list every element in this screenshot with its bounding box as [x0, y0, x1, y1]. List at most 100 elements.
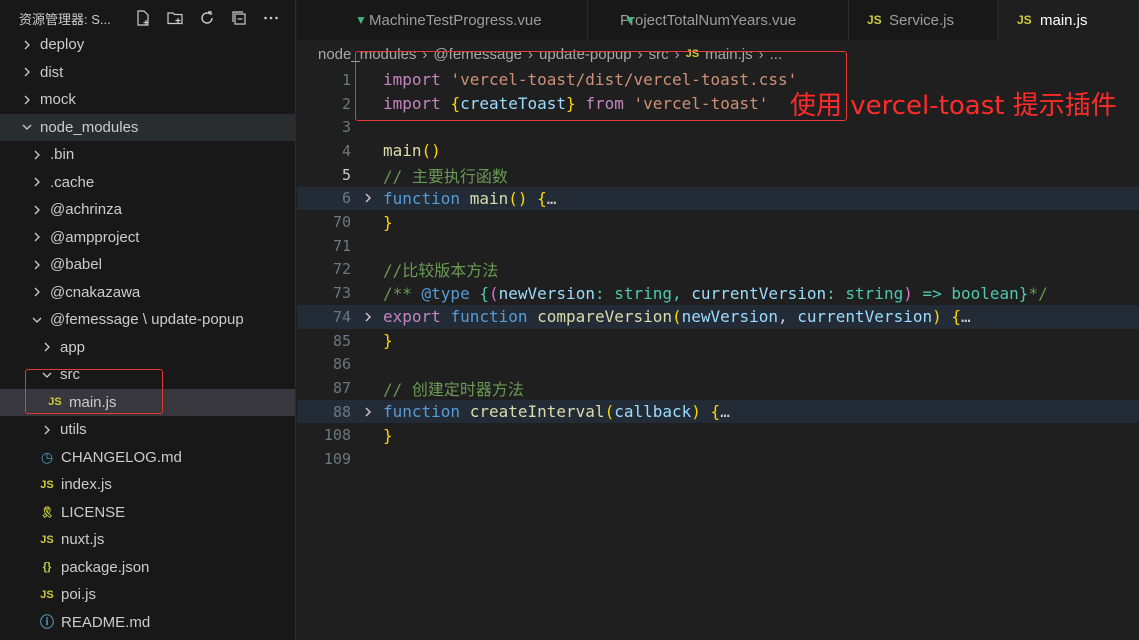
fold-chevron-icon[interactable]: [361, 192, 375, 204]
code-line[interactable]: 6 function main() {…: [297, 186, 1139, 211]
tree-folder[interactable]: .bin: [0, 141, 295, 169]
chevron-right-icon: [19, 92, 35, 108]
code-line[interactable]: 108}: [297, 424, 1139, 448]
highlight-box-imports: [355, 51, 847, 121]
tab-label: main.js: [1040, 11, 1088, 29]
tree-folder[interactable]: app: [0, 334, 295, 362]
tree-file[interactable]: ⓘ README.md: [0, 609, 295, 637]
tree-item-label: index.js: [61, 476, 112, 494]
tree-item-label: CHANGELOG.md: [61, 448, 182, 466]
file-tree: deploy dist mock node_modules .bin .cache @ach…: [0, 31, 295, 636]
tab-project-total-num-years[interactable]: ▼ ProjectTotalNumYears.vue: [588, 0, 849, 40]
tree-folder[interactable]: deploy: [0, 31, 295, 59]
line-number: 87: [332, 378, 351, 397]
code-line[interactable]: 4 main(): [297, 139, 1139, 163]
code-line[interactable]: 74 export function compareVersion(newVers…: [297, 305, 1139, 329]
js-icon: JS: [1017, 13, 1032, 27]
fold-chevron-icon[interactable]: [361, 406, 375, 418]
tree-item-label: nuxt.js: [61, 531, 105, 549]
tree-file[interactable]: JS index.js: [0, 471, 295, 499]
json-icon: {}: [42, 561, 52, 574]
tree-folder[interactable]: @cnakazawa: [0, 279, 295, 307]
code-line[interactable]: 85}: [297, 329, 1139, 353]
code-line[interactable]: 70}: [297, 210, 1139, 234]
line-number: 5: [341, 165, 351, 184]
code-editor[interactable]: 1 import 'vercel-toast/dist/vercel-toast.…: [297, 68, 1139, 640]
explorer-sidebar: 资源管理器: S... deploy dist mock node_modules .b…: [0, 0, 296, 640]
tree-folder[interactable]: mock: [0, 86, 295, 114]
code-line[interactable]: 73 /** @type {(newVersion: string, curren…: [297, 281, 1139, 305]
line-number: 74: [332, 307, 351, 326]
tree-folder[interactable]: utils: [0, 416, 295, 444]
more-icon[interactable]: [261, 8, 281, 28]
code-line[interactable]: 109: [297, 447, 1139, 471]
chevron-down-icon: [29, 312, 45, 328]
tree-item-label: poi.js: [61, 586, 97, 604]
vue-icon: ▼: [624, 13, 636, 27]
code-text: main(): [383, 141, 441, 161]
tree-folder[interactable]: @ampproject: [0, 224, 295, 252]
new-folder-icon[interactable]: [165, 8, 185, 28]
line-number: 85: [332, 331, 351, 350]
code-line[interactable]: 71: [297, 234, 1139, 258]
tree-file[interactable]: JS poi.js: [0, 581, 295, 609]
tree-folder[interactable]: .cache: [0, 169, 295, 197]
code-text: function main() {…: [383, 188, 557, 208]
tree-file[interactable]: JS nuxt.js: [0, 526, 295, 554]
clock-icon: ◷: [40, 448, 54, 465]
code-line[interactable]: 5 // 主要执行函数: [297, 163, 1139, 187]
chevron-right-icon: [29, 174, 45, 190]
tree-item-label: README.md: [61, 613, 151, 631]
tree-folder[interactable]: dist: [0, 59, 295, 87]
tab-service-js[interactable]: JS Service.js: [849, 0, 998, 40]
tab-machine-test-progress[interactable]: ▼ MachineTestProgress.vue: [297, 0, 588, 40]
explorer-title: 资源管理器: S...: [19, 11, 111, 27]
code-line[interactable]: 88 function createInterval(callback) {…: [297, 399, 1139, 424]
tree-item-label: deploy: [40, 36, 85, 54]
line-number: 73: [332, 284, 351, 303]
refresh-icon[interactable]: [197, 8, 217, 28]
tree-file[interactable]: ◷ CHANGELOG.md: [0, 444, 295, 472]
chevron-right-icon: [39, 422, 55, 438]
chevron-down-icon: [19, 119, 35, 135]
tree-folder[interactable]: node_modules: [0, 113, 295, 141]
tab-label: Service.js: [889, 11, 955, 29]
collapse-all-icon[interactable]: [229, 8, 249, 28]
tree-item-label: package.json: [61, 558, 150, 576]
tree-item-label: mock: [40, 91, 76, 109]
line-number: 4: [341, 141, 351, 160]
code-text: // 创建定时器方法: [383, 379, 524, 399]
tree-item-label: app: [60, 338, 86, 356]
line-number: 88: [332, 402, 351, 421]
license-icon: 🎗: [40, 506, 54, 519]
line-number: 108: [323, 426, 351, 445]
line-number: 3: [341, 118, 351, 137]
tree-item-label: @cnakazawa: [50, 283, 141, 301]
code-line[interactable]: 86: [297, 352, 1139, 376]
line-number: 71: [332, 236, 351, 255]
tab-main-js[interactable]: JS main.js: [998, 0, 1139, 40]
chevron-right-icon: [19, 64, 35, 80]
tab-label: MachineTestProgress.vue: [369, 11, 542, 29]
tree-item-label: @femessage \ update-popup: [50, 311, 244, 329]
line-number: 109: [323, 450, 351, 469]
tree-file[interactable]: 🎗 LICENSE: [0, 499, 295, 527]
code-line[interactable]: 72 //比较版本方法: [297, 258, 1139, 282]
tree-folder[interactable]: @achrinza: [0, 196, 295, 224]
js-icon: JS: [867, 13, 882, 27]
annotation-text: 使用 vercel-toast 提示插件: [790, 91, 1117, 121]
new-file-icon[interactable]: [133, 8, 153, 28]
editor-tabs: ▼ MachineTestProgress.vue ▼ ProjectTotal…: [297, 0, 1139, 40]
chevron-right-icon: [29, 257, 45, 273]
code-text: // 主要执行函数: [383, 166, 508, 186]
tree-item-label: .bin: [50, 146, 75, 164]
tree-item-label: @ampproject: [50, 228, 140, 246]
code-line[interactable]: 87 // 创建定时器方法: [297, 376, 1139, 400]
tree-folder[interactable]: @babel: [0, 251, 295, 279]
fold-chevron-icon[interactable]: [361, 311, 375, 323]
code-text: export function compareVersion(newVersio…: [383, 307, 971, 327]
tree-folder[interactable]: @femessage \ update-popup: [0, 306, 295, 334]
tree-file[interactable]: {} package.json: [0, 554, 295, 582]
code-text: }: [383, 331, 393, 351]
tab-label: ProjectTotalNumYears.vue: [620, 11, 797, 29]
